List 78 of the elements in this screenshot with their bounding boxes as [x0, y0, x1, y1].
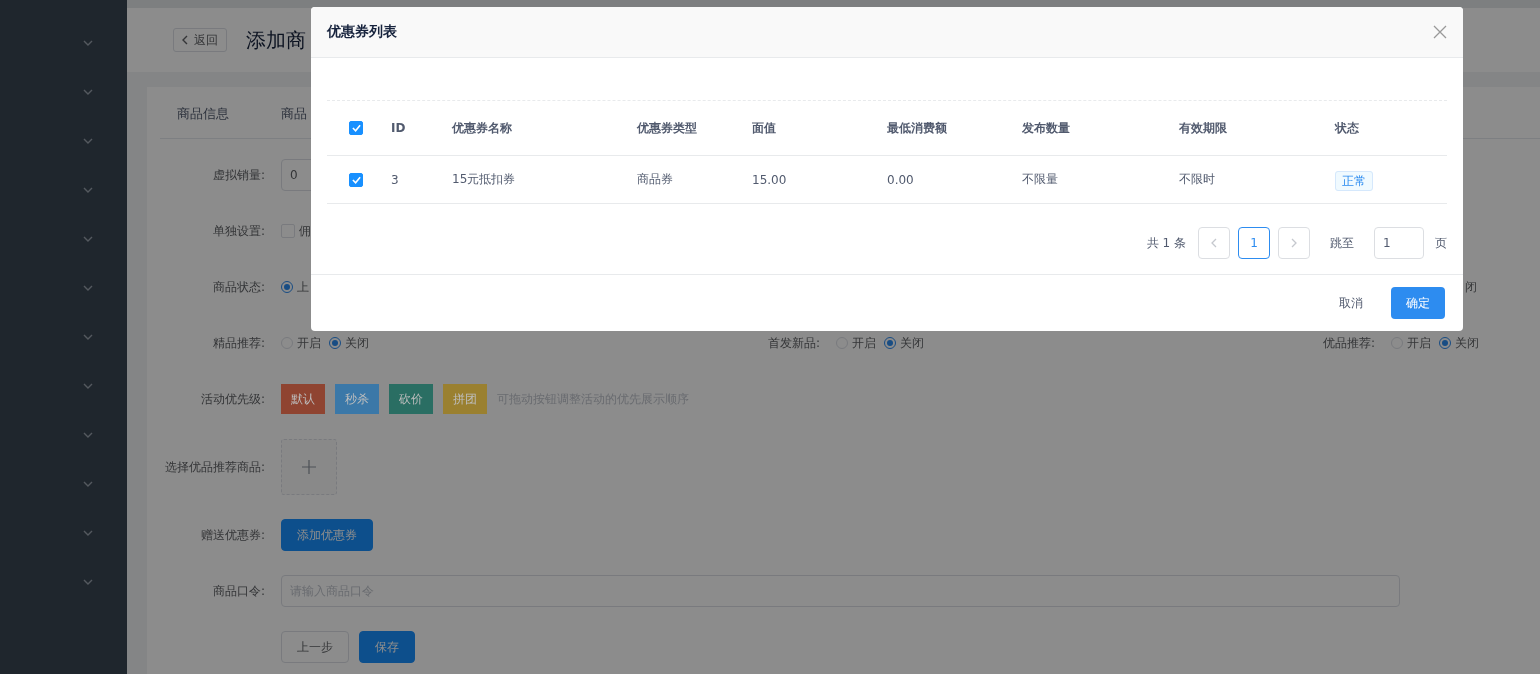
table-cell-text: 15.00: [752, 172, 788, 187]
chevron-icon: [83, 186, 93, 193]
page-title: 添加商: [246, 26, 306, 54]
chevron-icon: [83, 382, 93, 389]
radio-option[interactable]: 开启: [836, 334, 876, 352]
field-label: 虚拟销量:: [212, 166, 265, 184]
chevron-icon: [83, 578, 93, 585]
chevron-icon: [83, 480, 93, 487]
radio-option[interactable]: 关闭: [884, 334, 924, 352]
cancel-button[interactable]: 取消: [1333, 287, 1369, 319]
table-cell-text: 不限时: [1179, 171, 1216, 188]
radio[interactable]: [329, 337, 341, 349]
table-cell-text: 0.00: [887, 172, 915, 187]
chevron-icon: [83, 529, 93, 536]
field-label: 单独设置:: [212, 222, 265, 240]
column-header: 优惠券类型: [637, 119, 698, 137]
dialog-title: 优惠券列表: [327, 23, 397, 41]
table-cell-text: 不限量: [1022, 171, 1059, 188]
radio-option[interactable]: 开启: [1391, 334, 1431, 352]
page-suffix: 页: [1435, 234, 1447, 252]
chevron-icon: [83, 88, 93, 95]
chevron-icon: [83, 431, 93, 438]
page-button[interactable]: 1: [1238, 227, 1270, 259]
chevron-icon: [83, 333, 93, 340]
column-header: 面值: [752, 119, 777, 137]
table-cell-text: 3: [391, 172, 400, 187]
radio[interactable]: [281, 281, 293, 293]
table-cell-text: 商品券: [637, 171, 674, 188]
priority-button[interactable]: 秒杀: [335, 384, 379, 414]
page-input[interactable]: 1: [1374, 227, 1424, 259]
field-label: 活动优先级:: [200, 390, 265, 408]
column-header: ID: [391, 121, 407, 135]
column-header: 状态: [1335, 119, 1360, 137]
chevron-icon: [83, 39, 93, 46]
field-label: 首发新品:: [767, 334, 820, 352]
chevron-left-icon: [1211, 238, 1217, 248]
radio-option[interactable]: 关闭: [1439, 334, 1479, 352]
field-label: 商品口令:: [212, 582, 265, 600]
field-label: 精品推荐:: [212, 334, 265, 352]
field-label: 选择优品推荐商品:: [164, 458, 265, 476]
form-tab[interactable]: 商品信息: [160, 105, 264, 138]
column-header: 有效期限: [1179, 119, 1228, 137]
chevron-icon: [83, 284, 93, 291]
chevron-left-icon: [182, 35, 188, 45]
previous-button[interactable]: 上一步: [281, 631, 349, 663]
priority-button[interactable]: 拼团: [443, 384, 487, 414]
radio-option[interactable]: 关闭: [329, 334, 369, 352]
jump-label: 跳至: [1330, 234, 1354, 252]
field-label: 赠送优惠券:: [200, 526, 265, 544]
checkbox[interactable]: [349, 172, 363, 187]
back-button[interactable]: 返回: [173, 28, 227, 52]
checkbox[interactable]: [349, 121, 363, 135]
priority-button[interactable]: 默认: [281, 384, 325, 414]
table-cell-text: 15元抵扣券: [452, 171, 517, 188]
next-page-button[interactable]: [1278, 227, 1310, 259]
field-label: 优品推荐:: [1322, 334, 1375, 352]
radio-option[interactable]: 开启: [281, 334, 321, 352]
column-header: 发布数量: [1022, 119, 1071, 137]
column-header: 优惠券名称: [452, 119, 513, 137]
radio[interactable]: [1439, 337, 1451, 349]
checkbox-option[interactable]: 佣: [281, 222, 311, 240]
status-tag: 正常: [1335, 170, 1373, 191]
save-button[interactable]: 保存: [359, 631, 415, 663]
confirm-button[interactable]: 确定: [1391, 287, 1445, 319]
plus-icon: [301, 459, 317, 475]
chevron-right-icon: [1291, 238, 1297, 248]
column-header: 最低消费额: [887, 119, 948, 137]
chevron-icon: [83, 137, 93, 144]
priority-button[interactable]: 砍价: [389, 384, 433, 414]
total-count: 共 1 条: [1146, 234, 1186, 252]
radio[interactable]: [884, 337, 896, 349]
radio-option[interactable]: 闭: [1465, 278, 1477, 296]
radio-option[interactable]: 上: [281, 278, 309, 296]
field-label: 商品状态:: [212, 278, 265, 296]
add-coupon-button[interactable]: 添加优惠券: [281, 519, 373, 551]
previous-page-button[interactable]: [1198, 227, 1230, 259]
chevron-icon: [83, 235, 93, 242]
close-icon[interactable]: [1433, 25, 1447, 39]
